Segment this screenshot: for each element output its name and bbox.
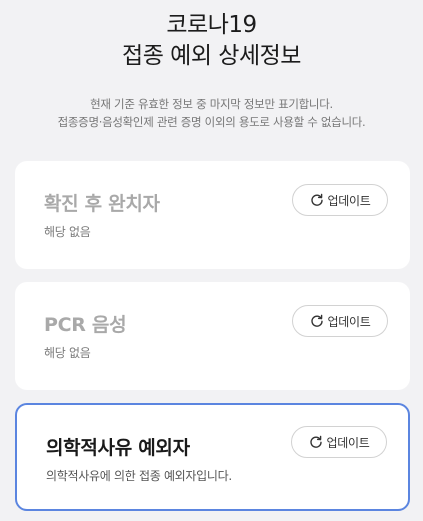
- update-button[interactable]: 업데이트: [292, 184, 388, 216]
- update-button[interactable]: 업데이트: [291, 426, 387, 458]
- refresh-icon: [310, 193, 324, 207]
- card-title: 의학적사유 예외자: [46, 437, 190, 459]
- update-button[interactable]: 업데이트: [292, 305, 388, 337]
- page-header: 코로나19 접종 예외 상세정보: [0, 10, 423, 72]
- notice-line1: 현재 기준 유효한 정보 중 마지막 정보만 표기합니다.: [90, 97, 333, 111]
- card-medical-exemption[interactable]: 의학적사유 예외자 의학적사유에 의한 접종 예외자입니다. 업데이트: [15, 403, 410, 511]
- card-title: 확진 후 완치자: [44, 193, 160, 215]
- notice-text: 현재 기준 유효한 정보 중 마지막 정보만 표기합니다. 접종증명·음성확인제…: [0, 95, 423, 131]
- notice-line2: 접종증명·음성확인제 관련 증명 이외의 용도로 사용할 수 없습니다.: [57, 115, 366, 129]
- page-title-line2: 접종 예외 상세정보: [122, 43, 301, 69]
- card-recovered[interactable]: 확진 후 완치자 해당 없음 업데이트: [15, 161, 410, 269]
- card-status: 해당 없음: [44, 225, 91, 239]
- refresh-icon: [309, 435, 323, 449]
- page-title-line1: 코로나19: [166, 12, 257, 38]
- card-title: PCR 음성: [44, 314, 127, 336]
- update-button-label: 업데이트: [327, 314, 371, 329]
- update-button-label: 업데이트: [327, 193, 371, 208]
- card-pcr-negative[interactable]: PCR 음성 해당 없음 업데이트: [15, 282, 410, 390]
- update-button-label: 업데이트: [326, 435, 370, 450]
- refresh-icon: [310, 314, 324, 328]
- card-status: 해당 없음: [44, 346, 91, 360]
- card-status: 의학적사유에 의한 접종 예외자입니다.: [46, 469, 232, 483]
